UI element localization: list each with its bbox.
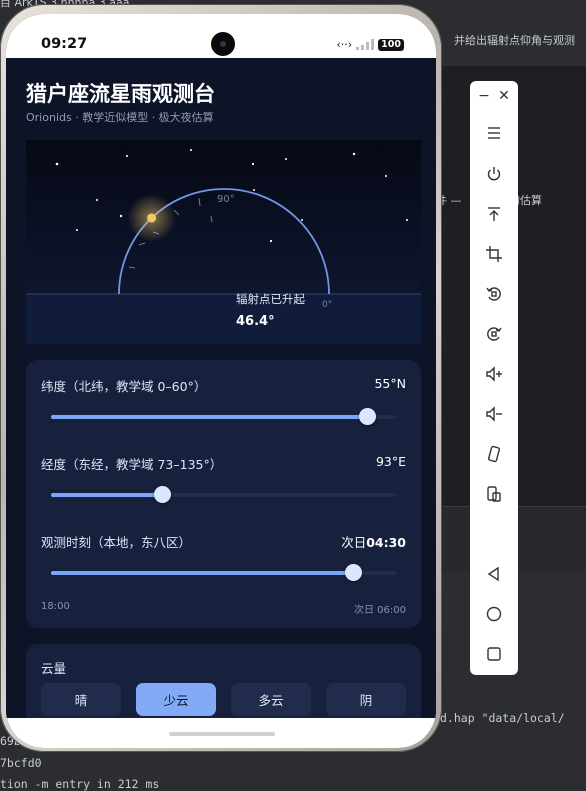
star: [269, 239, 273, 243]
cloud-option-cloudy[interactable]: 多云: [231, 683, 311, 716]
gesture-nav-area: [6, 718, 436, 748]
slider-card: 纬度（北纬，教学域 0–60°） 55°N 经度（东经，教学域 73–135°）…: [26, 360, 421, 628]
rotate-left-button[interactable]: [470, 279, 518, 309]
page-title: 猎户座流星雨观测台: [26, 82, 215, 106]
sky-canvas: 90° 0° 辐射点已升起 46.4°: [26, 140, 421, 344]
power-button[interactable]: [470, 159, 518, 189]
arc-horizon-label: 0°: [322, 300, 332, 310]
crop-button[interactable]: [470, 239, 518, 269]
phone-frame: 09:27 ‹··› 100 猎户座流星雨观测台 Orionids · 教学近似…: [0, 4, 442, 752]
battery-icon: 100: [378, 38, 404, 51]
star: [96, 199, 98, 201]
star: [190, 149, 192, 151]
longitude-label: 经度（东经，教学域 73–135°）: [41, 457, 223, 472]
cloud-option-few[interactable]: 少云: [136, 683, 216, 716]
power-icon: [487, 167, 501, 181]
time-value-clock: 04:30: [366, 535, 406, 550]
sky-view: 90° 0° 辐射点已升起 46.4°: [26, 140, 421, 344]
console-line: 7bcfd0: [0, 756, 42, 770]
time-label: 观测时刻（本地，东八区）: [41, 535, 192, 550]
home-button[interactable]: [470, 599, 518, 629]
minimize-button[interactable]: −: [476, 87, 492, 105]
latitude-slider-thumb[interactable]: [359, 408, 377, 425]
volume-up-button[interactable]: [470, 359, 518, 389]
pin-top-button[interactable]: [470, 199, 518, 229]
rotate-left-icon: [486, 287, 501, 301]
cloud-label: 云量: [41, 661, 67, 676]
rotate-right-button[interactable]: [470, 319, 518, 349]
menu-icon: [488, 127, 500, 139]
time-range-end: 次日 06:00: [354, 605, 406, 616]
signal-icon: [356, 39, 375, 50]
home-indicator[interactable]: [169, 732, 275, 736]
time-slider[interactable]: [51, 564, 396, 581]
home-icon: [486, 606, 502, 622]
page-subtitle: Orionids · 教学近似模型 · 极大夜估算: [26, 111, 214, 124]
star: [76, 229, 78, 231]
star: [119, 214, 123, 218]
cloud-option-clear[interactable]: 晴: [41, 683, 121, 716]
longitude-slider[interactable]: [51, 486, 396, 503]
radiant-point: [147, 213, 157, 223]
star: [352, 152, 356, 156]
app-content: 猎户座流星雨观测台 Orionids · 教学近似模型 · 极大夜估算 90° …: [6, 58, 436, 718]
time-slider-fill: [51, 571, 353, 575]
emulator-toolbar: − ✕: [470, 81, 518, 675]
shake-button[interactable]: [470, 439, 518, 469]
rotate-right-icon: [487, 327, 502, 341]
camera-icon: [211, 32, 235, 56]
horizon-ground: [26, 294, 421, 344]
latitude-value: 55°N: [374, 376, 406, 391]
latitude-slider-fill: [51, 415, 368, 419]
time-value-prefix: 次日: [341, 535, 367, 550]
status-time: 09:27: [41, 36, 88, 52]
crop-icon: [486, 246, 502, 262]
shake-icon: [487, 445, 501, 463]
status-bar: 09:27 ‹··› 100: [6, 14, 436, 58]
back-button[interactable]: [470, 559, 518, 589]
ide-editor-text: 并给出辐射点仰角与观测: [454, 34, 575, 47]
time-value: 次日04:30: [341, 532, 406, 551]
longitude-value: 93°E: [375, 454, 406, 469]
screenshot-icon: [487, 486, 501, 502]
console-line: d.hap "data/local/: [440, 711, 565, 725]
star: [253, 189, 255, 191]
phone-screen: 09:27 ‹··› 100 猎户座流星雨观测台 Orionids · 教学近似…: [6, 14, 436, 748]
back-icon: [487, 566, 499, 582]
screenshot-button[interactable]: [470, 479, 518, 509]
volume-up-icon: [486, 366, 502, 382]
radiant-elevation-value: 46.4°: [236, 314, 275, 329]
time-slider-thumb[interactable]: [344, 564, 362, 581]
recent-apps-button[interactable]: [470, 639, 518, 669]
close-button[interactable]: ✕: [496, 87, 512, 105]
time-range-start: 18:00: [41, 601, 70, 612]
cloud-card: 云量 晴 少云 多云 阴: [26, 644, 421, 718]
volume-down-button[interactable]: [470, 399, 518, 429]
cloud-option-overcast[interactable]: 阴: [326, 683, 406, 716]
star: [385, 175, 387, 177]
star: [55, 162, 59, 166]
top-icon: [488, 207, 500, 221]
status-icons: ‹··› 100: [336, 38, 404, 51]
star: [251, 162, 255, 166]
volume-down-icon: [486, 406, 502, 422]
star: [406, 219, 408, 221]
radiant-status-label: 辐射点已升起: [236, 292, 305, 306]
arc-top-label: 90°: [217, 194, 235, 205]
latitude-label: 纬度（北纬，教学域 0–60°）: [41, 379, 207, 394]
longitude-slider-thumb[interactable]: [154, 486, 172, 503]
network-icon: ‹··›: [336, 38, 353, 51]
menu-button[interactable]: [470, 118, 518, 148]
latitude-slider[interactable]: [51, 408, 396, 425]
star: [285, 158, 287, 160]
longitude-slider-fill: [51, 493, 163, 497]
star: [126, 155, 128, 157]
star: [301, 219, 303, 221]
recent-icon: [487, 647, 501, 661]
